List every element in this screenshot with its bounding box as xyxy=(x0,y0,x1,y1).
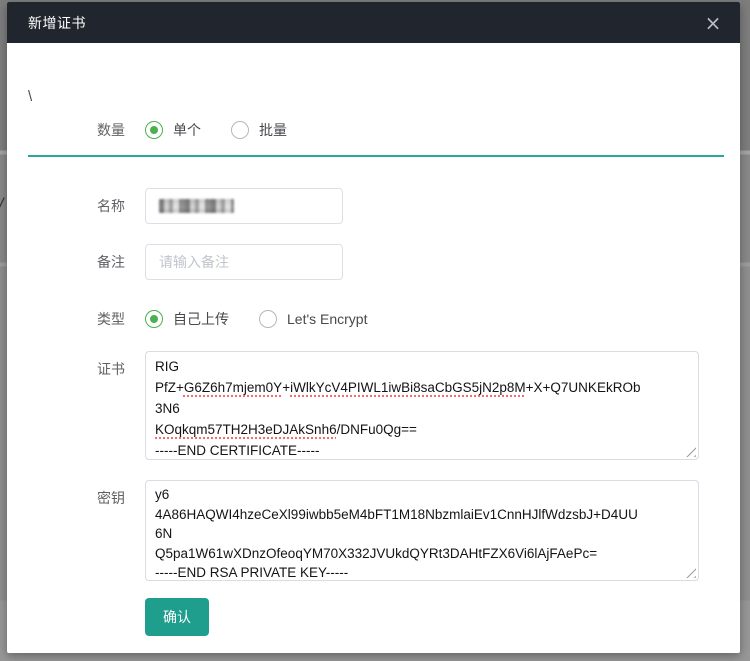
masked-name-value xyxy=(159,199,234,213)
private-key-textarea[interactable]: y64A86HAQWI4hzeCeXl99iwbb5eM4bFT1M18Nbzm… xyxy=(145,480,699,581)
textarea-line: PfZ+G6Z6h7mjem0Y+iWlkYcV4PIWL1iwBi8saCbG… xyxy=(155,377,689,398)
certificate-textarea[interactable]: RIGPfZ+G6Z6h7mjem0Y+iWlkYcV4PIWL1iwBi8sa… xyxy=(145,351,699,460)
radio-label: 批量 xyxy=(259,120,287,140)
private-key-row: 密钥 y64A86HAQWI4hzeCeXl99iwbb5eM4bFT1M18N… xyxy=(97,480,699,581)
textarea-line: -----END RSA PRIVATE KEY----- xyxy=(155,563,689,581)
remark-label: 备注 xyxy=(97,252,145,272)
add-certificate-modal: 新增证书 × \ 数量 单个 批量 名称 备注 xyxy=(7,2,740,653)
remark-input[interactable] xyxy=(145,244,343,280)
close-icon[interactable]: × xyxy=(700,10,726,36)
textarea-line: 3N6 xyxy=(155,398,689,419)
radio-quantity-single[interactable]: 单个 xyxy=(145,120,201,140)
radio-icon xyxy=(145,310,163,328)
name-input[interactable] xyxy=(145,188,343,224)
stray-backslash-text: \ xyxy=(28,88,32,105)
remark-row: 备注 xyxy=(97,244,343,280)
radio-icon xyxy=(145,121,163,139)
textarea-line: Q5pa1W61wXDnzOfeoqYM70X332JVUkdQYRt3DAHt… xyxy=(155,544,689,564)
radio-icon xyxy=(259,310,277,328)
modal-body: \ 数量 单个 批量 名称 备注 类型 xyxy=(7,43,740,653)
radio-type-lets-encrypt[interactable]: Let's Encrypt xyxy=(259,310,368,328)
teal-divider xyxy=(28,155,724,157)
textarea-line: 4A86HAQWI4hzeCeXl99iwbb5eM4bFT1M18Nbzmla… xyxy=(155,505,689,525)
textarea-line: 6N xyxy=(155,524,689,544)
type-label: 类型 xyxy=(97,309,145,329)
textarea-line: RIG xyxy=(155,356,689,377)
private-key-label: 密钥 xyxy=(97,480,145,508)
textarea-line: KOqkqm57TH2H3eDJAkSnh6/DNFu0Qg== xyxy=(155,419,689,440)
quantity-label: 数量 xyxy=(97,120,145,140)
quantity-row: 数量 单个 批量 xyxy=(97,112,317,148)
radio-label: Let's Encrypt xyxy=(287,311,368,327)
certificate-row: 证书 RIGPfZ+G6Z6h7mjem0Y+iWlkYcV4PIWL1iwBi… xyxy=(97,351,699,460)
radio-icon xyxy=(231,121,249,139)
confirm-button[interactable]: 确认 xyxy=(145,598,209,636)
radio-quantity-batch[interactable]: 批量 xyxy=(231,120,287,140)
modal-title: 新增证书 xyxy=(28,13,86,33)
type-row: 类型 自己上传 Let's Encrypt xyxy=(97,301,398,337)
radio-label: 自己上传 xyxy=(173,309,229,329)
backdrop-stray-text: / xyxy=(0,196,3,214)
name-label: 名称 xyxy=(97,196,145,216)
name-row: 名称 xyxy=(97,188,343,224)
modal-header: 新增证书 × xyxy=(7,2,740,43)
textarea-line: y6 xyxy=(155,485,689,505)
textarea-line: -----END CERTIFICATE----- xyxy=(155,440,689,460)
radio-label: 单个 xyxy=(173,120,201,140)
certificate-label: 证书 xyxy=(97,351,145,379)
radio-type-self-upload[interactable]: 自己上传 xyxy=(145,309,229,329)
